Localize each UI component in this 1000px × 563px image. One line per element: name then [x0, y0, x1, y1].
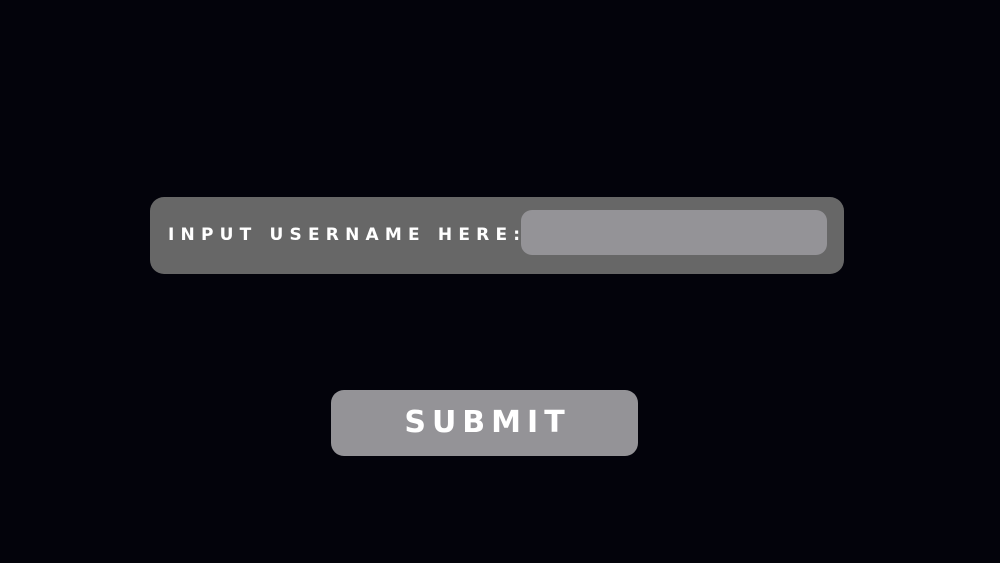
username-input[interactable]: [521, 210, 827, 255]
username-panel: INPUT USERNAME HERE:: [150, 197, 844, 274]
username-label: INPUT USERNAME HERE:: [168, 225, 527, 245]
submit-button-label: SUBMIT: [404, 405, 571, 440]
submit-button[interactable]: SUBMIT: [331, 390, 638, 456]
